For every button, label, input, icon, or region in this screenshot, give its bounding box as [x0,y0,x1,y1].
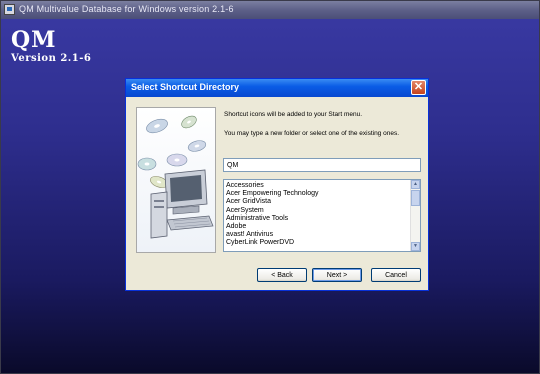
list-item[interactable]: avast! Antivirus [226,231,408,239]
folder-listbox[interactable]: Accessories Acer Empowering Technology A… [223,179,421,252]
window-titlebar[interactable]: QM Multivalue Database for Windows versi… [1,1,539,19]
list-item[interactable]: CyberLink PowerDVD [226,239,408,247]
back-button[interactable]: < Back [257,268,307,282]
list-item[interactable]: Acer Empowering Technology [226,190,408,198]
list-item[interactable]: Administrative Tools [226,215,408,223]
scroll-down-icon[interactable]: ▼ [411,242,420,251]
scroll-thumb[interactable] [411,190,420,206]
computer-cd-illustration [136,107,216,253]
product-version: Version 2.1-6 [11,53,92,64]
list-item[interactable]: Acer GridVista [226,198,408,206]
folder-name-input[interactable] [223,158,421,172]
list-item[interactable]: AcerSystem [226,207,408,215]
installer-window: QM Multivalue Database for Windows versi… [0,0,540,374]
list-item[interactable]: Adobe [226,223,408,231]
window-title: QM Multivalue Database for Windows versi… [19,4,234,14]
info-text: Shortcut icons will be added to your Sta… [224,111,363,118]
dialog-titlebar[interactable]: Select Shortcut Directory ✕ [126,79,428,97]
folder-list: Accessories Acer Empowering Technology A… [226,182,408,248]
scroll-up-icon[interactable]: ▲ [411,180,420,189]
close-icon[interactable]: ✕ [411,80,426,95]
list-item[interactable]: Accessories [226,182,408,190]
next-button[interactable]: Next > [312,268,362,282]
cancel-button[interactable]: Cancel [371,268,421,282]
app-icon [4,4,15,15]
product-name: QM [11,27,57,53]
list-scrollbar[interactable]: ▲ ▼ [410,180,420,251]
dialog-title: Select Shortcut Directory [131,82,240,92]
shortcut-directory-dialog: Select Shortcut Directory ✕ Shortcut ico… [125,78,429,291]
instruction-text: You may type a new folder or select one … [224,130,400,137]
